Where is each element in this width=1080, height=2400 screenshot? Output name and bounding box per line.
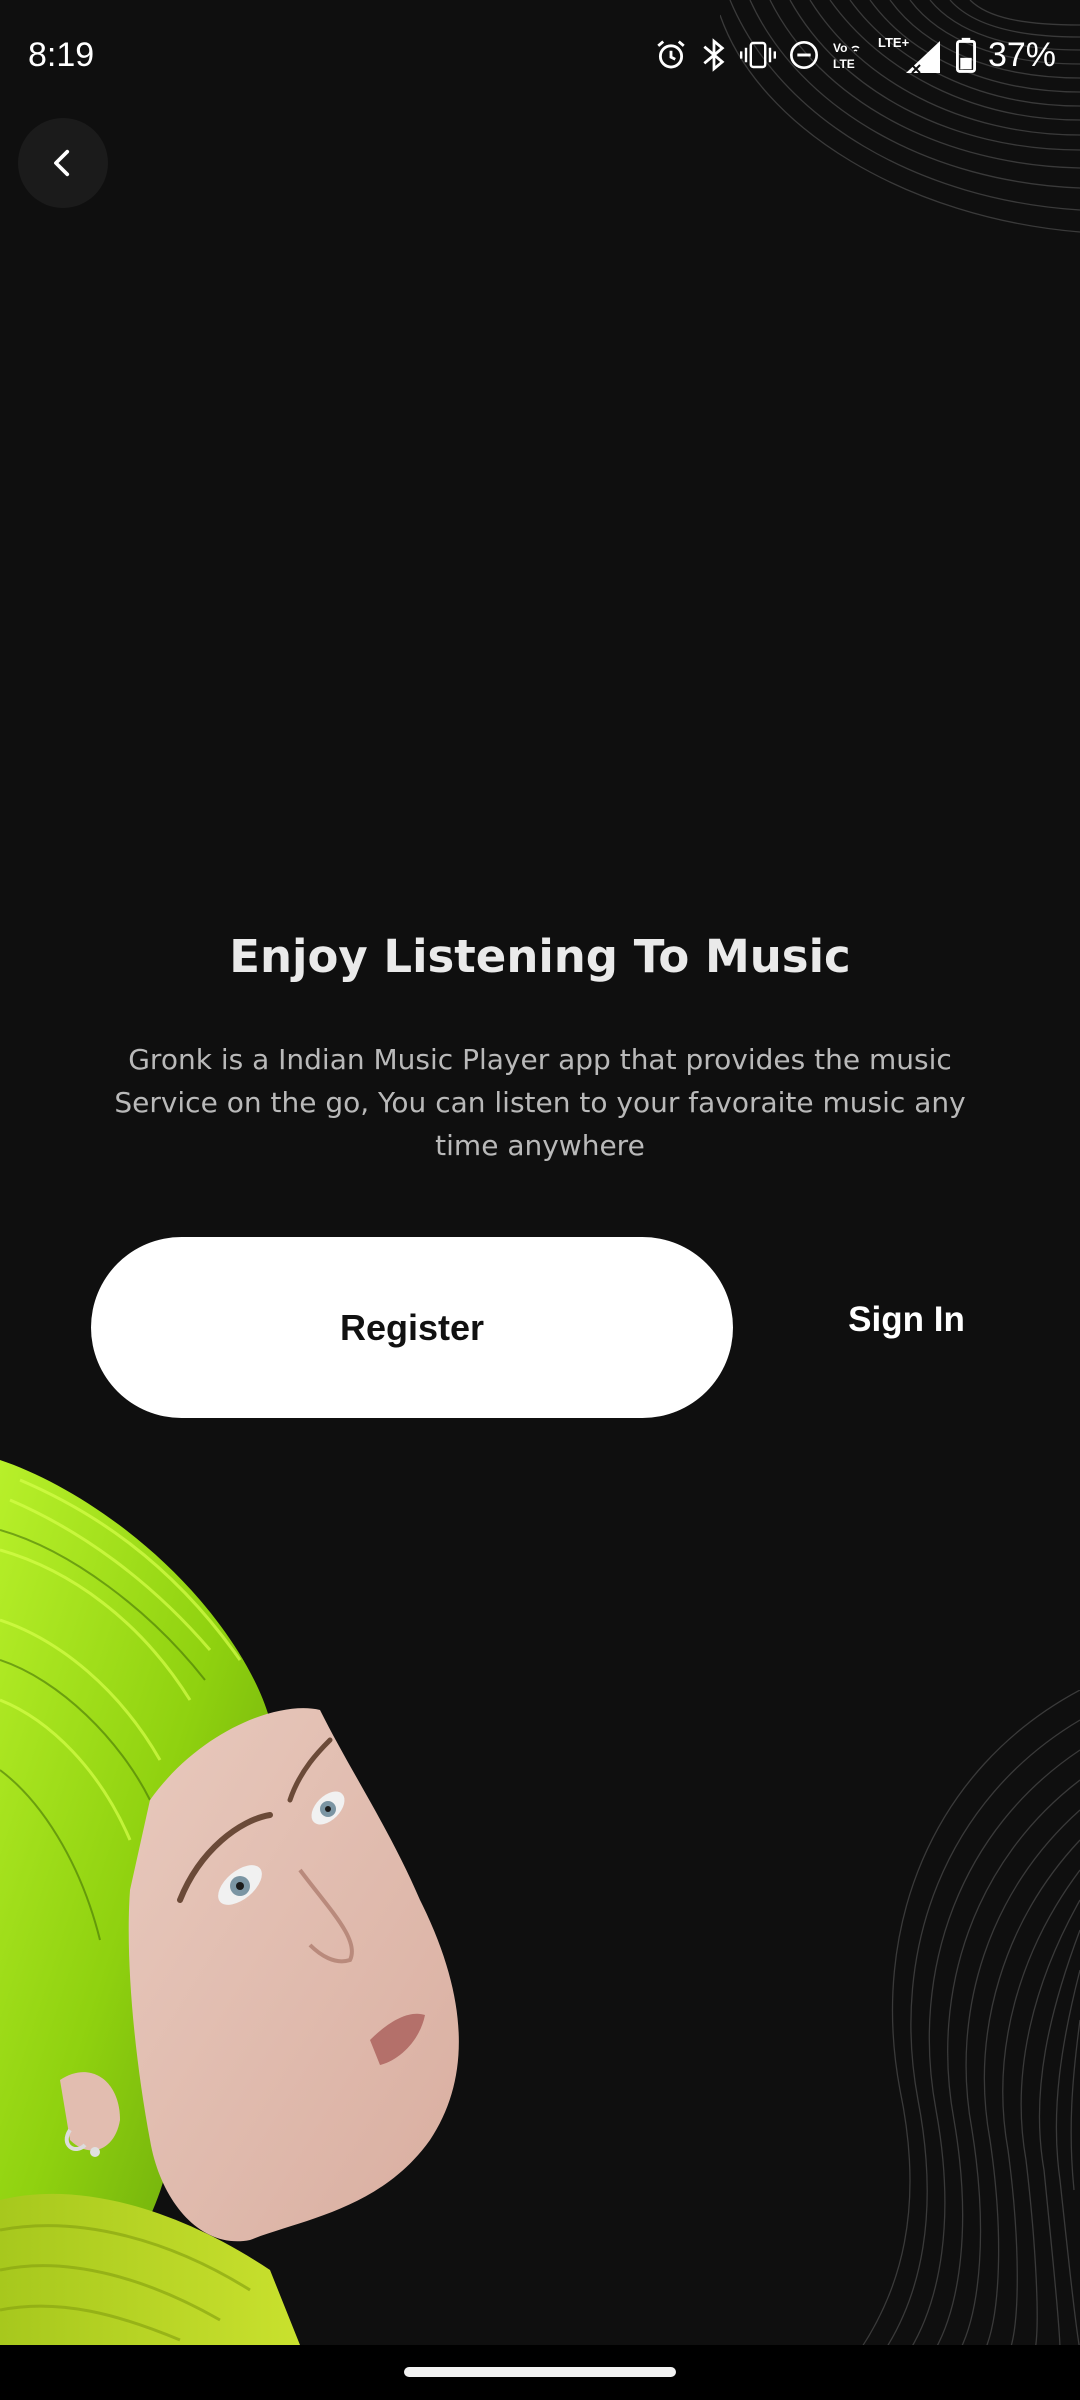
home-indicator[interactable] bbox=[404, 2367, 676, 2377]
sign-in-button[interactable]: Sign In bbox=[800, 1300, 1013, 1340]
svg-text:LTE+: LTE+ bbox=[878, 35, 910, 50]
alarm-icon bbox=[657, 40, 685, 69]
do-not-disturb-icon bbox=[789, 41, 818, 69]
vibrate-icon bbox=[739, 41, 776, 69]
contour-lines-decoration-bottom bbox=[859, 1690, 1080, 2350]
status-icons: Vo LTE LTE+ 37% bbox=[654, 32, 1056, 78]
battery-icon bbox=[955, 37, 976, 73]
volte-icon: Vo LTE bbox=[833, 41, 860, 71]
welcome-title: Enjoy Listening To Music bbox=[229, 930, 851, 983]
onboarding-screen: 8:19 Vo LTE LTE+ 37% Enjoy Listening To … bbox=[0, 0, 1080, 2400]
artist-illustration bbox=[0, 1460, 459, 2345]
svg-text:Vo: Vo bbox=[833, 41, 847, 55]
svg-text:LTE: LTE bbox=[833, 57, 855, 71]
chevron-left-icon bbox=[54, 149, 70, 177]
status-time: 8:19 bbox=[28, 36, 95, 74]
register-button[interactable]: Register bbox=[91, 1237, 733, 1418]
welcome-description: Gronk is a Indian Music Player app that … bbox=[114, 1043, 966, 1162]
bluetooth-icon bbox=[703, 38, 725, 72]
status-bar: 8:19 Vo LTE LTE+ 37% bbox=[0, 0, 1080, 110]
lte-signal-icon: LTE+ bbox=[878, 35, 940, 74]
battery-percentage: 37% bbox=[987, 35, 1056, 74]
back-button[interactable] bbox=[18, 118, 108, 208]
